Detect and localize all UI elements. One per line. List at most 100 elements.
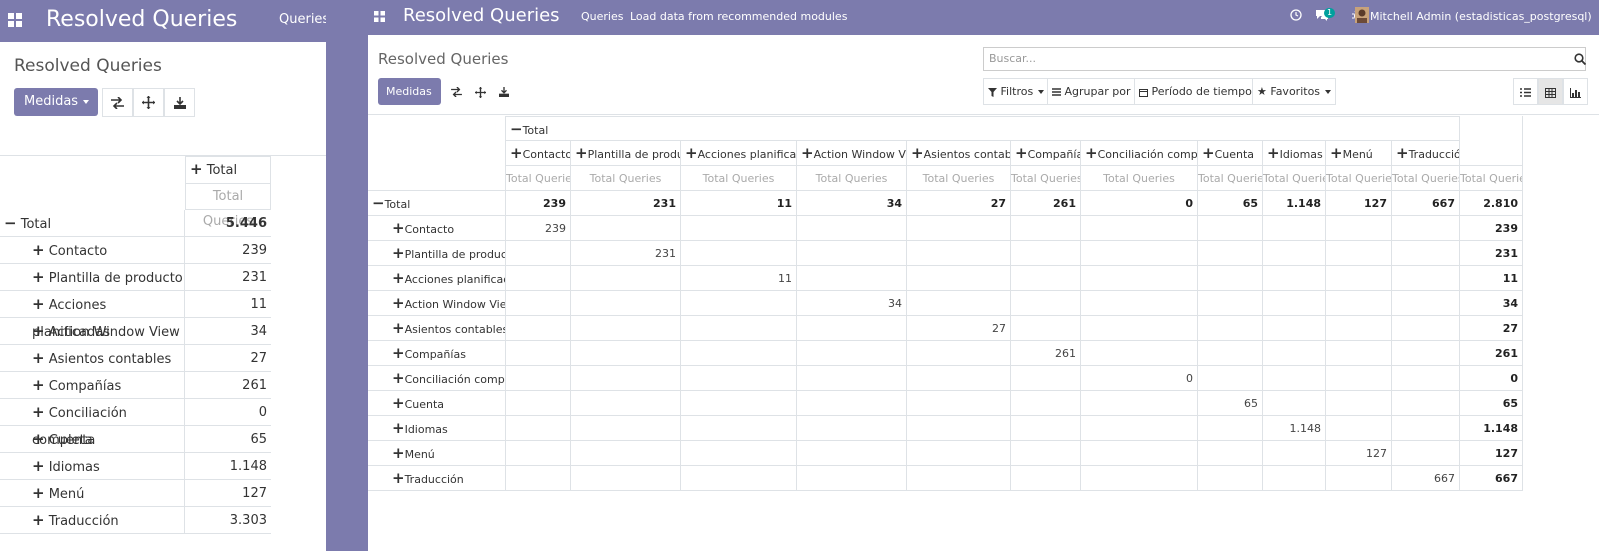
row-header[interactable]: + Action Window View: [0, 318, 185, 345]
row-header[interactable]: + Compañías: [368, 341, 506, 366]
row-header[interactable]: + Action Window View: [368, 291, 506, 316]
col-header[interactable]: + Menú: [1326, 141, 1392, 166]
menu-load-data[interactable]: Load data from recommended modules: [630, 10, 847, 23]
favorites-button[interactable]: ★ Favoritos: [1252, 78, 1337, 105]
flip-axis-button[interactable]: [102, 88, 133, 117]
avatar[interactable]: [1355, 7, 1369, 23]
table-cell: [1263, 366, 1326, 391]
row-header[interactable]: + Idiomas: [0, 453, 185, 480]
row-header[interactable]: + Asientos contables: [368, 316, 506, 341]
table-cell: [1081, 341, 1198, 366]
measure-header[interactable]: Total Queries: [1011, 166, 1081, 191]
row-header[interactable]: + Plantilla de producto: [368, 241, 506, 266]
table-cell: [1198, 266, 1263, 291]
table-cell: [1081, 441, 1198, 466]
col-header[interactable]: + Action Window View: [797, 141, 907, 166]
row-value: 239: [242, 243, 267, 258]
pivot-view-button[interactable]: [1538, 78, 1563, 105]
user-menu[interactable]: Mitchell Admin (estadisticas_postgresql): [1370, 10, 1592, 23]
col-header[interactable]: + Plantilla de producto: [571, 141, 681, 166]
measure-header[interactable]: Total Queries: [506, 166, 571, 191]
col-header-total[interactable]: − Total: [506, 116, 1460, 141]
download-button[interactable]: [164, 88, 195, 117]
clock-icon[interactable]: [1290, 9, 1302, 21]
search-icon[interactable]: [1574, 53, 1586, 65]
measure-header[interactable]: Total Queries: [571, 166, 681, 191]
measure-header[interactable]: Total Queries: [1263, 166, 1326, 191]
row-value: 261: [242, 378, 267, 393]
col-header[interactable]: + Acciones planificadas: [681, 141, 797, 166]
time-period-button[interactable]: Período de tiempo: [1134, 78, 1268, 105]
measure-header[interactable]: Total Queries: [1392, 166, 1460, 191]
row-header[interactable]: + Conciliación completa: [368, 366, 506, 391]
row-header[interactable]: + Traducción: [368, 466, 506, 491]
app-title[interactable]: Resolved Queries: [403, 5, 560, 26]
row-total-cell: 65: [1460, 391, 1523, 416]
measure-header[interactable]: Total Queries: [185, 183, 271, 229]
row-header[interactable]: + Compañías: [0, 372, 185, 399]
total-row-header[interactable]: − Total: [368, 191, 506, 216]
row-header[interactable]: + Conciliación completa: [0, 399, 185, 448]
measure-header[interactable]: Total Queries: [907, 166, 1011, 191]
total-row-header[interactable]: − Total: [0, 210, 185, 237]
expand-all-button[interactable]: [468, 78, 492, 105]
measure-header[interactable]: Total Queries: [1198, 166, 1263, 191]
col-header-total[interactable]: + Total: [185, 156, 271, 183]
measure-header[interactable]: Total Queries: [1460, 166, 1523, 191]
col-header[interactable]: + Idiomas: [1263, 141, 1326, 166]
download-button[interactable]: [492, 78, 516, 105]
measure-header[interactable]: Total Queries: [681, 166, 797, 191]
row-label: Action Window View: [404, 298, 506, 311]
measures-button[interactable]: Medidas: [14, 88, 98, 116]
measures-button[interactable]: Medidas: [378, 78, 441, 121]
plus-icon: +: [392, 244, 405, 262]
table-cell: [1198, 291, 1263, 316]
row-header[interactable]: + Menú: [368, 441, 506, 466]
menu-queries[interactable]: Queries: [279, 12, 326, 27]
group-by-button[interactable]: Agrupar por: [1047, 78, 1147, 105]
row-total-cell: 127: [1460, 441, 1523, 466]
row-header[interactable]: + Menú: [0, 480, 185, 507]
row-header[interactable]: + Idiomas: [368, 416, 506, 441]
menu-queries[interactable]: Queries: [581, 10, 623, 23]
table-cell: [506, 341, 571, 366]
col-header[interactable]: + Asientos contables: [907, 141, 1011, 166]
graph-view-button[interactable]: [1563, 78, 1588, 105]
row-header[interactable]: + Contacto: [0, 237, 185, 264]
apps-icon[interactable]: [8, 13, 22, 27]
col-header[interactable]: + Traducción: [1392, 141, 1460, 166]
col-header[interactable]: + Conciliación completa: [1081, 141, 1198, 166]
row-header[interactable]: + Traducción: [0, 507, 185, 534]
col-header-label: Menú: [1342, 148, 1373, 161]
col-header[interactable]: + Cuenta: [1198, 141, 1263, 166]
expand-all-button[interactable]: [133, 88, 164, 117]
row-header[interactable]: + Asientos contables: [0, 345, 185, 372]
table-cell: [1011, 441, 1081, 466]
list-view-button[interactable]: [1513, 78, 1538, 105]
apps-icon[interactable]: [374, 11, 385, 22]
table-cell: [571, 466, 681, 491]
measure-header[interactable]: Total Queries: [1326, 166, 1392, 191]
plus-icon: +: [911, 144, 924, 162]
row-header[interactable]: + Cuenta: [368, 391, 506, 416]
col-header[interactable]: + Contacto: [506, 141, 571, 166]
app-title[interactable]: Resolved Queries: [46, 6, 237, 34]
table-row: + Cuenta 65: [0, 426, 271, 453]
measure-header[interactable]: Total Queries: [797, 166, 907, 191]
flip-axis-button[interactable]: [444, 78, 468, 105]
search-input[interactable]: Buscar...: [983, 47, 1586, 71]
total-row: − Total 5.446: [0, 210, 271, 237]
table-cell: [1263, 341, 1326, 366]
row-header[interactable]: + Contacto: [368, 216, 506, 241]
row-label: Conciliación completa: [404, 373, 505, 386]
measure-header[interactable]: Total Queries: [1081, 166, 1198, 191]
table-cell: [907, 241, 1011, 266]
plus-icon: +: [392, 319, 405, 337]
filters-button[interactable]: Filtros: [983, 78, 1050, 105]
row-header[interactable]: + Plantilla de producto: [0, 264, 185, 291]
row-header[interactable]: + Acciones planificadas: [0, 291, 185, 340]
col-header[interactable]: + Compañías: [1011, 141, 1081, 166]
row-header[interactable]: + Cuenta: [0, 426, 185, 453]
row-header[interactable]: + Acciones planificadas: [368, 266, 506, 291]
table-cell: 0: [1081, 366, 1198, 391]
